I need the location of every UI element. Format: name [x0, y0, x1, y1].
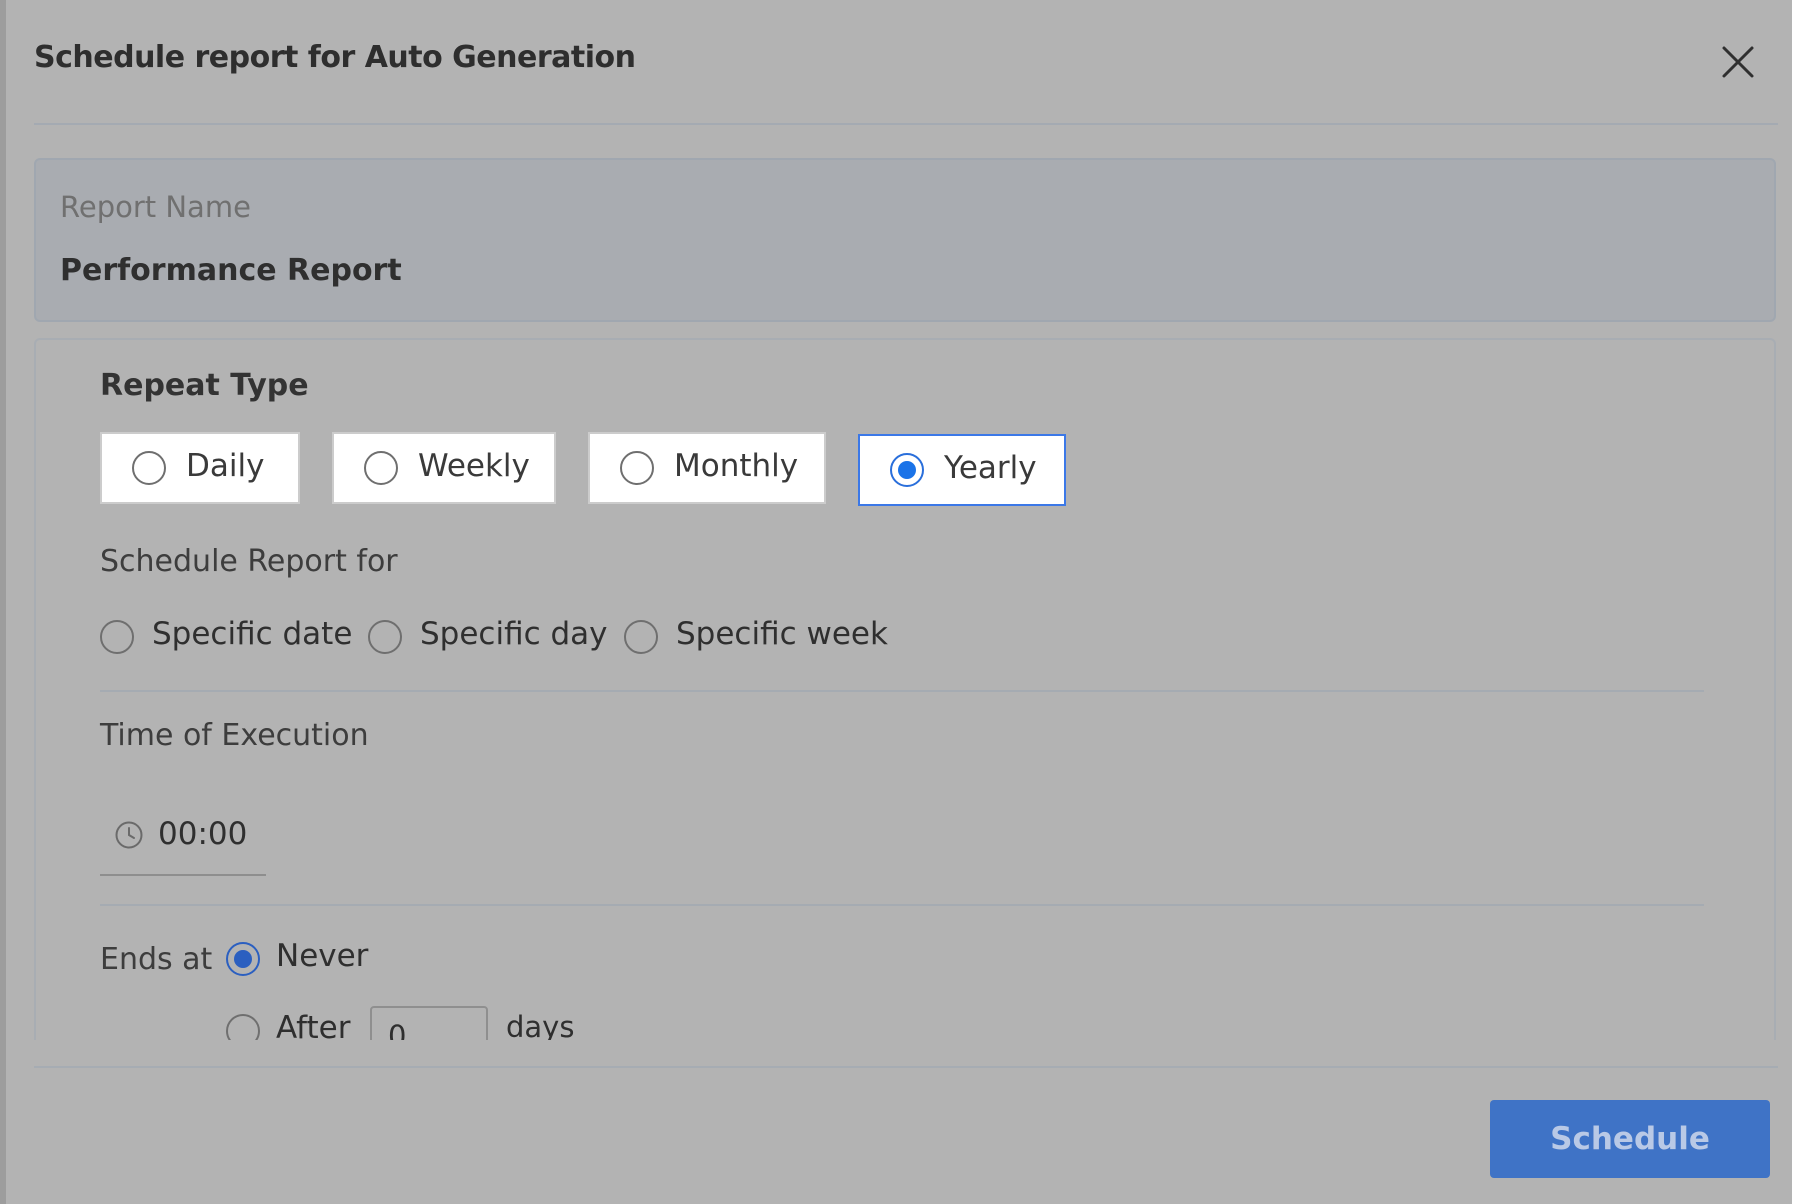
- schedule-dialog: Schedule report for Auto Generation Repo…: [6, 0, 1792, 1204]
- radio-monthly[interactable]: [620, 451, 654, 485]
- schedule-report-for-heading: Schedule Report for: [100, 544, 398, 579]
- repeat-option-weekly[interactable]: Weekly: [332, 432, 556, 504]
- report-name-value: Performance Report: [60, 253, 402, 288]
- repeat-option-label: Daily: [186, 448, 265, 484]
- section-divider: [100, 904, 1704, 906]
- repeat-type-heading: Repeat Type: [100, 368, 309, 403]
- header-divider: [34, 123, 1778, 125]
- repeat-option-label: Monthly: [674, 448, 799, 484]
- schedule-button[interactable]: Schedule: [1490, 1100, 1770, 1178]
- repeat-option-label: Weekly: [418, 448, 530, 484]
- report-name-card: Report Name Performance Report: [34, 158, 1776, 322]
- page-edge: [1792, 0, 1804, 1204]
- dialog-title: Schedule report for Auto Generation: [34, 40, 636, 75]
- ends-at-label: Ends at: [100, 942, 213, 977]
- radio-specific-date[interactable]: [100, 620, 134, 654]
- schedule-options-card: Repeat Type Daily Weekly Monthly Yearly …: [34, 338, 1776, 1040]
- specific-date-label[interactable]: Specific date: [152, 616, 352, 652]
- specific-week-label[interactable]: Specific week: [676, 616, 888, 652]
- radio-specific-day[interactable]: [368, 620, 402, 654]
- radio-specific-week[interactable]: [624, 620, 658, 654]
- never-label[interactable]: Never: [276, 938, 368, 974]
- after-days-input[interactable]: [370, 1006, 488, 1040]
- close-icon: [1722, 46, 1754, 78]
- time-picker-input[interactable]: 00:00: [100, 800, 266, 876]
- days-label: days: [506, 1010, 575, 1040]
- repeat-option-label: Yearly: [944, 450, 1037, 486]
- repeat-option-yearly[interactable]: Yearly: [858, 434, 1066, 506]
- radio-yearly[interactable]: [890, 453, 924, 487]
- footer-divider: [34, 1066, 1778, 1068]
- radio-daily[interactable]: [132, 451, 166, 485]
- report-name-label: Report Name: [60, 190, 251, 224]
- dialog-header: Schedule report for Auto Generation: [6, 0, 1792, 124]
- after-label[interactable]: After: [276, 1010, 350, 1040]
- clock-icon: [115, 821, 143, 849]
- repeat-option-monthly[interactable]: Monthly: [588, 432, 826, 504]
- section-divider: [100, 690, 1704, 692]
- radio-weekly[interactable]: [364, 451, 398, 485]
- close-button[interactable]: [1716, 40, 1760, 84]
- repeat-option-daily[interactable]: Daily: [100, 432, 300, 504]
- time-of-execution-heading: Time of Execution: [100, 718, 369, 753]
- radio-never[interactable]: [226, 942, 260, 976]
- specific-day-label[interactable]: Specific day: [420, 616, 608, 652]
- time-value: 00:00: [158, 816, 248, 852]
- radio-after[interactable]: [226, 1014, 260, 1040]
